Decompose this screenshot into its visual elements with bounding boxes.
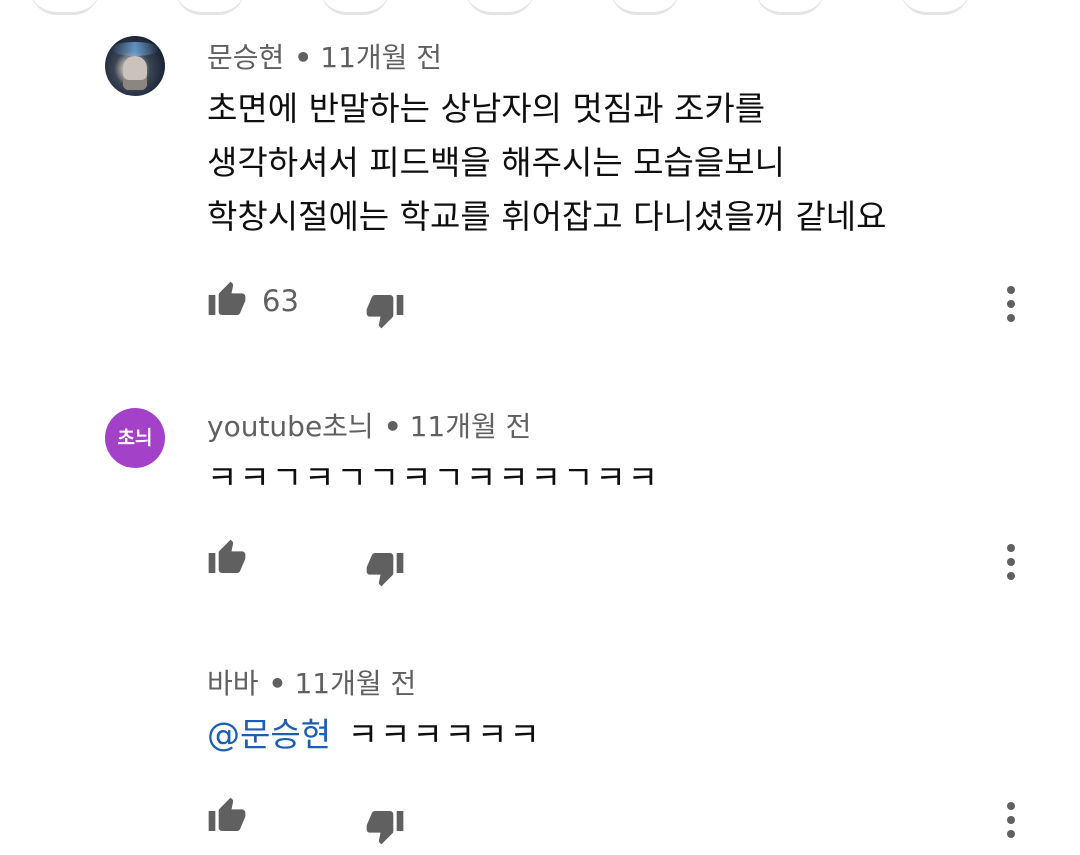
more-vert-icon: [1007, 802, 1015, 810]
comment-text: @문승현 ㅋㅋㅋㅋㅋㅋ: [207, 708, 542, 762]
more-vert-icon: [1007, 816, 1015, 824]
like-button[interactable]: [207, 796, 247, 840]
comment-meta: 바바 • 11개월 전: [207, 662, 416, 702]
thumbs-up-icon: [208, 797, 246, 831]
thumbs-down-icon: [366, 811, 404, 845]
comment-author[interactable]: 바바: [207, 667, 259, 700]
more-vert-icon: [1007, 830, 1015, 838]
comment-body: ㅋㅋㅋㅋㅋㅋ: [347, 715, 542, 754]
dislike-button[interactable]: [365, 806, 405, 850]
more-options-button[interactable]: [1005, 800, 1017, 840]
comment: 바바 • 11개월 전 @문승현 ㅋㅋㅋㅋㅋㅋ: [0, 0, 1080, 855]
mention-link[interactable]: @문승현: [207, 715, 331, 754]
meta-separator: •: [268, 667, 287, 700]
comment-time: 11개월 전: [294, 667, 417, 700]
